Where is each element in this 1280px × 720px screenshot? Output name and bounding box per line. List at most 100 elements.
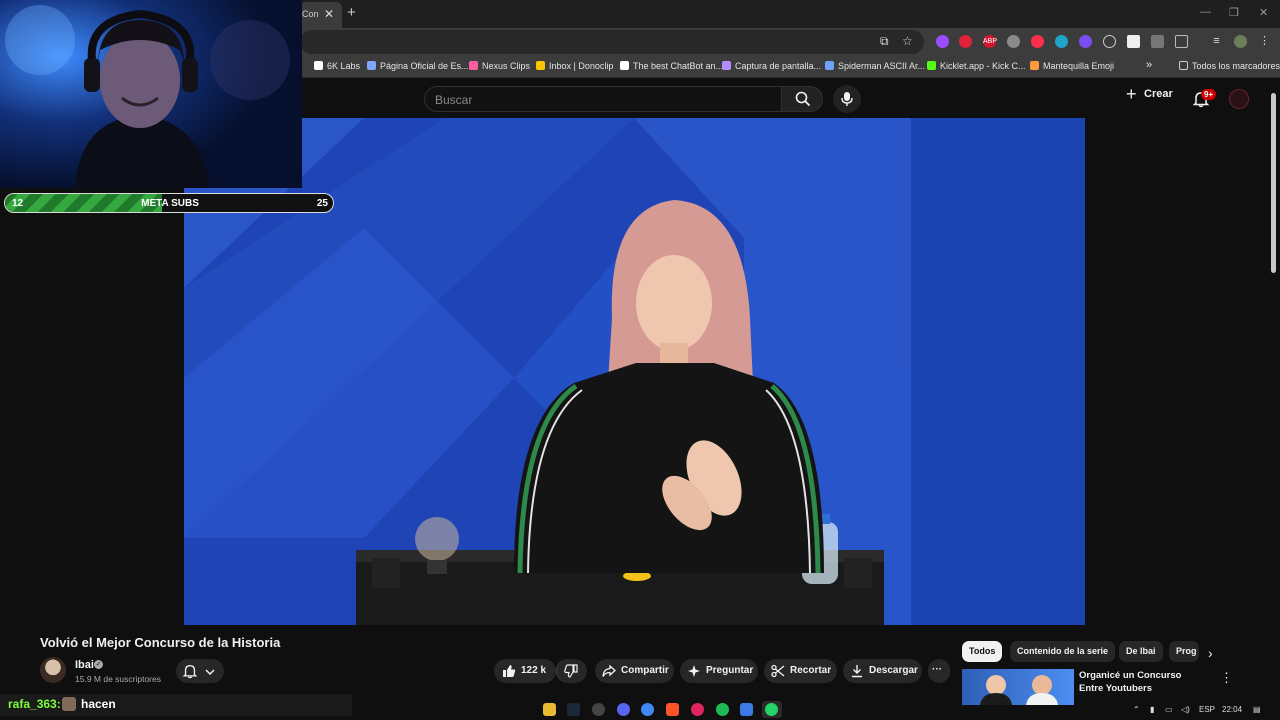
volume-icon[interactable]: ◁) [1181,705,1190,714]
download-label: Descargar [869,665,918,676]
cast-icon[interactable]: ⧉ [880,34,889,49]
dislike-button[interactable] [556,659,587,683]
search-button[interactable] [781,86,823,112]
restore-icon[interactable]: ❐ [1229,6,1239,19]
extension-icon[interactable] [1055,35,1068,48]
bookmark-icon [620,61,629,70]
microphone-icon [841,92,853,106]
chrome-menu-icon[interactable]: ⋮ [1258,35,1271,48]
whatsapp-taskbar-button[interactable] [762,701,782,718]
all-bookmarks-folder[interactable]: Todos los marcadores [1179,61,1280,71]
bookmark-icon [469,61,478,70]
bookmark-item[interactable]: Spiderman ASCII Ar... [825,61,925,71]
chips-next-chevron-icon[interactable]: › [1208,645,1213,661]
channel-name[interactable]: Ibai [75,659,94,671]
subscriber-count: 15.9 M de suscriptores [75,674,161,684]
share-button[interactable]: Compartir [595,659,674,683]
extension-icon[interactable] [1151,35,1164,48]
search-input[interactable]: Buscar [424,86,782,112]
share-icon [602,664,616,677]
bookmark-item[interactable]: Nexus Clips [469,61,530,71]
extension-icon[interactable] [1103,35,1116,48]
minimize-icon[interactable]: — [1200,6,1211,18]
profile-icon[interactable] [1234,35,1247,48]
clock-time[interactable]: 22:04 [1222,705,1242,714]
webcam-overlay [0,0,302,188]
thumbs-down-icon [564,664,578,678]
voice-search-button[interactable] [833,85,861,113]
more-actions-button[interactable]: ··· [928,659,950,683]
network-icon[interactable]: ▭ [1165,705,1173,714]
create-label: Crear [1144,88,1173,100]
discord-icon[interactable] [617,703,630,716]
goal-label: META SUBS [141,198,199,209]
bookmark-item[interactable]: 6K Labs [314,61,360,71]
bookmark-item[interactable]: Mantequilla Emoji [1030,61,1114,71]
extension-icon[interactable] [959,35,972,48]
tray-overflow-icon[interactable]: ⌃ [1133,705,1140,714]
extension-icon[interactable] [1007,35,1020,48]
clip-button[interactable]: Recortar [764,659,837,683]
extension-icon[interactable] [1031,35,1044,48]
tab-title: Concurso [302,9,318,19]
file-explorer-icon[interactable] [543,703,556,716]
bookmark-icon [722,61,731,70]
brave-icon[interactable] [666,703,679,716]
chip-from-channel[interactable]: De Ibai [1119,641,1163,662]
verified-badge-icon: ✓ [94,660,103,669]
subscriber-goal-bar: 12 META SUBS 25 [4,193,334,213]
create-button[interactable]: + Crear [1124,84,1173,110]
spotify-icon[interactable] [716,703,729,716]
microphone-tray-icon[interactable]: ▮ [1150,705,1154,714]
windows-taskbar [0,700,1280,720]
bookmark-icon [367,61,376,70]
subscribed-notifications-button[interactable] [176,659,224,683]
chrome-icon[interactable] [641,703,654,716]
like-count: 122 k [521,665,547,676]
ask-label: Preguntar [706,665,754,676]
bookmark-item[interactable]: The best ChatBot an... [620,61,723,71]
plus-icon: + [1126,84,1137,104]
app-icon[interactable] [740,703,753,716]
chip-programs[interactable]: Prog [1169,641,1199,662]
bookmark-item[interactable]: Kicklet.app - Kick C... [927,61,1026,71]
media-app-icon[interactable] [691,703,704,716]
new-tab-button[interactable]: + [347,4,356,21]
bookmark-star-icon[interactable]: ☆ [902,34,913,48]
bookmarks-overflow-button[interactable]: » [1146,59,1152,71]
recommended-video-title[interactable]: Organicé un Concurso Entre Youtubers [1079,669,1199,695]
extension-icon[interactable] [936,35,949,48]
ask-button[interactable]: Preguntar [680,659,758,683]
account-avatar[interactable] [1229,89,1249,109]
recommended-more-options-icon[interactable]: ⋮ [1220,670,1233,686]
notification-center-icon[interactable]: ▤ [1253,705,1261,714]
notifications-badge: 9+ [1201,89,1217,100]
tab-close-icon[interactable]: ✕ [324,7,334,21]
bookmark-item[interactable]: Captura de pantalla... [722,61,821,71]
channel-avatar[interactable] [40,657,66,683]
language-indicator[interactable]: ESP [1199,705,1215,714]
sparkle-icon [688,665,700,677]
chevron-down-icon [205,669,215,676]
thumbs-up-icon [503,665,516,677]
address-bar[interactable]: ⧉ ☆ [300,30,924,54]
extensions-puzzle-icon[interactable] [1175,35,1188,48]
bookmark-icon [1030,61,1039,70]
page-scrollbar[interactable] [1271,93,1276,273]
chip-series-content[interactable]: Contenido de la serie [1010,641,1116,662]
close-window-icon[interactable]: ✕ [1259,6,1268,19]
extension-icon[interactable] [1079,35,1092,48]
reading-list-icon[interactable]: ≡ [1210,35,1223,48]
steam-icon[interactable] [567,703,580,716]
bookmark-item[interactable]: Inbox | Donoclip [536,61,613,71]
browser-tab-active[interactable]: Concurso ✕ [300,2,342,28]
download-button[interactable]: Descargar [843,659,922,683]
obs-icon[interactable] [592,703,605,716]
adblock-icon[interactable]: ABP [983,35,997,48]
extension-icon[interactable] [1127,35,1140,48]
download-icon [852,665,862,678]
like-button[interactable]: 122 k [494,659,556,683]
bookmark-item[interactable]: Página Oficial de Es... [367,61,469,71]
share-label: Compartir [621,665,669,676]
chip-all[interactable]: Todos [962,641,1003,662]
